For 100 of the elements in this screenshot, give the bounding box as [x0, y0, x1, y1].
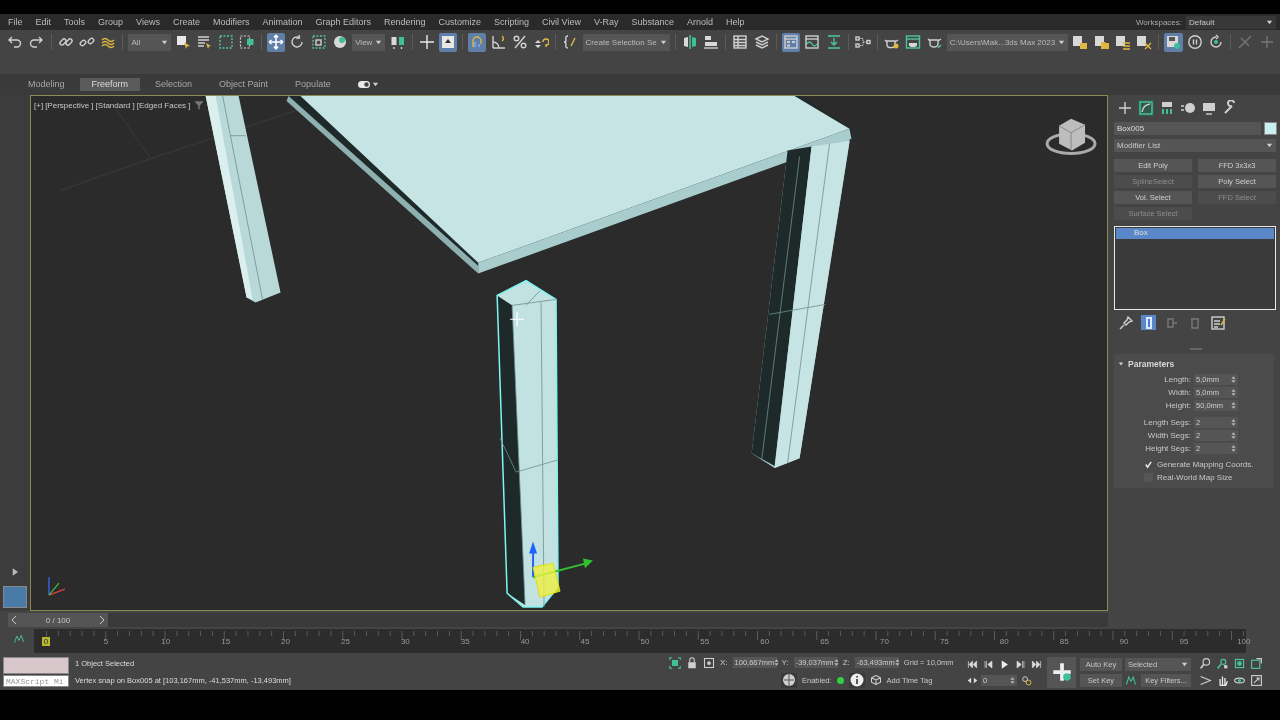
menu-item[interactable]: Help	[726, 17, 745, 27]
maximize-viewport-button[interactable]	[1250, 673, 1264, 688]
crosshair-button[interactable]	[417, 32, 436, 52]
previous-frame-icon[interactable]	[10, 615, 18, 625]
ribbon-tab[interactable]: Freeform	[79, 77, 141, 91]
window-layout-icon	[782, 34, 799, 50]
menu-item[interactable]: Modifiers	[212, 17, 250, 27]
toolbar-dropdown[interactable]: All	[128, 33, 171, 51]
viewport-label-menu[interactable]: [+]	[34, 100, 44, 110]
dashed-rectangle-button[interactable]	[216, 32, 235, 52]
menu-item[interactable]: Substance	[631, 17, 674, 27]
menu-item[interactable]: Tools	[64, 17, 86, 27]
circle-button[interactable]	[1185, 32, 1204, 52]
ribbon-tab[interactable]: Modeling	[16, 77, 77, 91]
info-button[interactable]	[848, 672, 865, 688]
select-by-name-icon	[196, 34, 213, 50]
menu-item[interactable]: Graph Editors	[315, 17, 371, 27]
previous-key-button[interactable]	[981, 657, 995, 671]
menu-item[interactable]: Views	[136, 17, 160, 27]
display-tab[interactable]	[1201, 100, 1217, 116]
menu-item[interactable]: Civil View	[542, 17, 581, 27]
menu-item[interactable]: Edit	[35, 17, 52, 27]
end-result-button[interactable]	[1141, 315, 1156, 330]
motion-tab[interactable]	[1180, 100, 1196, 116]
enabled-indicator[interactable]	[836, 676, 844, 684]
pan-button[interactable]	[1216, 673, 1230, 688]
selected-table-leg[interactable]	[496, 279, 559, 608]
magnet-button[interactable]	[468, 32, 487, 52]
field-of-view-button[interactable]	[1199, 673, 1213, 688]
create-tab[interactable]	[1117, 100, 1133, 116]
frame-number: 70	[879, 637, 890, 646]
ribbon-tab[interactable]: Selection	[143, 77, 205, 91]
maxscript-input-field[interactable]: MAXScript Mi	[3, 675, 69, 687]
viewport-label-menu[interactable]: [Standard ]	[95, 100, 135, 110]
menu-item[interactable]: V-Ray	[593, 17, 619, 27]
layers-button[interactable]	[752, 32, 771, 52]
transform-mode-icon	[703, 656, 715, 669]
next-key-button[interactable]	[1013, 657, 1027, 671]
workspaces-dropdown[interactable]: Default	[1186, 15, 1276, 29]
menu-item[interactable]: Animation	[262, 17, 303, 27]
table-button[interactable]	[731, 32, 750, 52]
rollout-header[interactable]: Parameters	[1114, 357, 1179, 371]
window-layout-button[interactable]	[781, 32, 801, 52]
menu-item[interactable]: Rendering	[384, 17, 426, 27]
ribbon-tab[interactable]: Object Paint	[207, 77, 281, 91]
time-configuration-button[interactable]	[1019, 673, 1033, 687]
pin-button[interactable]	[1118, 315, 1133, 330]
transform-gizmo-icon[interactable]	[529, 541, 593, 598]
frame-number: 55	[699, 637, 711, 646]
menu-item[interactable]: File	[8, 17, 23, 27]
make-unique-icon	[1164, 315, 1180, 331]
rollout-title: Parameters	[1128, 359, 1175, 369]
zoom-button[interactable]	[1199, 656, 1213, 671]
render-frame-button[interactable]	[904, 32, 923, 52]
frame-number: 80	[998, 637, 1010, 646]
curve-editor-toggle-icon[interactable]	[13, 633, 25, 645]
menu-item[interactable]: Scripting	[494, 17, 530, 27]
maxscript-output-field[interactable]	[3, 657, 69, 674]
current-frame-marker: 0	[42, 637, 50, 646]
scale-button[interactable]	[309, 32, 328, 52]
field-of-view-icon	[1199, 674, 1212, 687]
key-tangent-icon	[1125, 674, 1137, 686]
checkbox[interactable]	[1144, 460, 1153, 469]
toolbar-dropdown[interactable]: C:\Users\Mak...3ds Max 2023	[946, 33, 1069, 51]
zoom-all-button[interactable]	[1216, 656, 1230, 671]
menu-item[interactable]: Arnold	[686, 17, 713, 27]
menu-item[interactable]: Customize	[438, 17, 482, 27]
set-keys-button[interactable]	[1047, 656, 1076, 688]
object-name-field[interactable]: Box005	[1114, 122, 1261, 135]
modifier-list-dropdown[interactable]: Modifier List	[1114, 139, 1276, 152]
viewport-label-menu[interactable]: [Edged Faces ]	[136, 100, 191, 110]
next-frame-icon[interactable]	[98, 615, 106, 625]
ribbon-tab[interactable]: Populate	[283, 77, 343, 91]
toolbar-dropdown[interactable]: Create Selection Se	[582, 33, 670, 51]
arrow-up-box-button[interactable]	[438, 32, 458, 52]
configure-button[interactable]	[1210, 315, 1225, 330]
viewcube-icon[interactable]	[1045, 118, 1097, 156]
viewport-layout-thumbnail[interactable]	[3, 586, 27, 608]
stack-item[interactable]: Box	[1116, 228, 1274, 239]
caret-icon	[659, 38, 667, 46]
create-icon	[1117, 100, 1133, 116]
zoom-extents-all-button[interactable]	[1250, 656, 1264, 671]
curve-editor-button[interactable]	[803, 32, 822, 52]
time-slider-thumb[interactable]: 0 / 100	[8, 613, 108, 627]
perspective-viewport[interactable]: [+] [Perspective ] [Standard ] [Edged Faces ]	[30, 95, 1108, 611]
hierarchy-tab[interactable]	[1159, 100, 1175, 116]
scale-icon	[310, 34, 327, 50]
modify-tab[interactable]	[1138, 100, 1154, 116]
toolbar-dropdown[interactable]: View	[352, 33, 386, 51]
zoom-extents-button[interactable]	[1233, 656, 1247, 671]
hierarchy-icon	[1159, 100, 1175, 116]
menu-item[interactable]: Group	[98, 17, 124, 27]
object-color-swatch[interactable]	[1264, 122, 1277, 135]
window-crossing-button[interactable]	[237, 32, 256, 52]
viewport-label-menu[interactable]: [Perspective ]	[45, 100, 94, 110]
move-button[interactable]	[266, 32, 286, 52]
save-button[interactable]	[1164, 32, 1183, 52]
menu-item[interactable]: Create	[172, 17, 200, 27]
adaptive-degradation-button[interactable]	[781, 672, 797, 688]
wrench-tab[interactable]	[1222, 100, 1238, 116]
